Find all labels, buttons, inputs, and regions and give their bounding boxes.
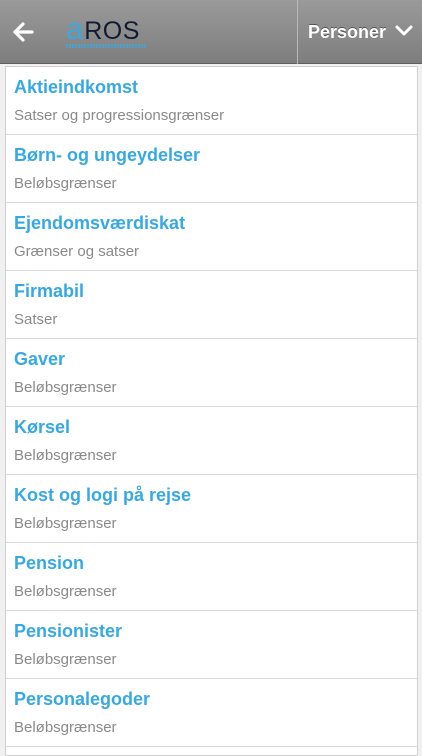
item-subtitle: Beløbsgrænser bbox=[14, 651, 117, 668]
list-item-pension[interactable]: Pension Beløbsgrænser bbox=[6, 543, 417, 611]
item-subtitle: Beløbsgrænser bbox=[14, 583, 117, 600]
list-item-gaver[interactable]: Gaver Beløbsgrænser bbox=[6, 339, 417, 407]
item-title: Kørsel bbox=[14, 417, 71, 437]
list-item-aktieindkomst[interactable]: Aktieindkomst Satser og progressionsgræn… bbox=[6, 67, 417, 135]
item-title: Kost og logi på rejse bbox=[14, 485, 192, 505]
item-title: Pension bbox=[14, 553, 85, 573]
list-item-boern-og-ungeydelser[interactable]: Børn- og ungeydelser Beløbsgrænser bbox=[6, 135, 417, 203]
arrow-left-icon bbox=[13, 22, 34, 42]
top-bar: a ROS Personer bbox=[0, 0, 422, 64]
item-title: Aktieindkomst bbox=[14, 77, 139, 97]
list-item-pensionister[interactable]: Pensionister Beløbsgrænser bbox=[6, 611, 417, 679]
item-title: Personalegoder bbox=[14, 689, 151, 709]
list-item-personalegoder[interactable]: Personalegoder Beløbsgrænser bbox=[6, 679, 417, 747]
personer-menu-button[interactable]: Personer bbox=[297, 0, 422, 64]
logo-text-ros: ROS bbox=[84, 17, 140, 45]
item-title: Pensionister bbox=[14, 621, 123, 641]
item-title: Børn- og ungeydelser bbox=[14, 145, 201, 165]
aros-logo: a ROS bbox=[64, 11, 154, 52]
list-item-ejendomsvaerdiskat[interactable]: Ejendomsværdiskat Grænser og satser bbox=[6, 203, 417, 271]
item-title: Gaver bbox=[14, 349, 66, 369]
item-subtitle: Beløbsgrænser bbox=[14, 379, 117, 396]
item-title: Ejendomsværdiskat bbox=[14, 213, 186, 233]
item-subtitle: Satser og progressionsgrænser bbox=[14, 107, 225, 124]
item-subtitle: Satser bbox=[14, 311, 58, 328]
list-item-koersel[interactable]: Kørsel Beløbsgrænser bbox=[6, 407, 417, 475]
logo-tagline bbox=[66, 44, 146, 48]
topic-list: Aktieindkomst Satser og progressionsgræn… bbox=[5, 66, 418, 756]
chevron-down-icon bbox=[395, 25, 413, 36]
menu-label: Personer bbox=[308, 21, 387, 42]
item-subtitle: Beløbsgrænser bbox=[14, 175, 117, 192]
item-title: Firmabil bbox=[14, 281, 85, 301]
logo-letter-a: a bbox=[66, 11, 84, 46]
item-subtitle: Beløbsgrænser bbox=[14, 515, 117, 532]
list-item-kost-og-logi[interactable]: Kost og logi på rejse Beløbsgrænser bbox=[6, 475, 417, 543]
item-subtitle: Grænser og satser bbox=[14, 243, 140, 260]
back-button[interactable] bbox=[0, 0, 46, 64]
item-subtitle: Beløbsgrænser bbox=[14, 719, 117, 736]
list-item-firmabil[interactable]: Firmabil Satser bbox=[6, 271, 417, 339]
item-subtitle: Beløbsgrænser bbox=[14, 447, 117, 464]
